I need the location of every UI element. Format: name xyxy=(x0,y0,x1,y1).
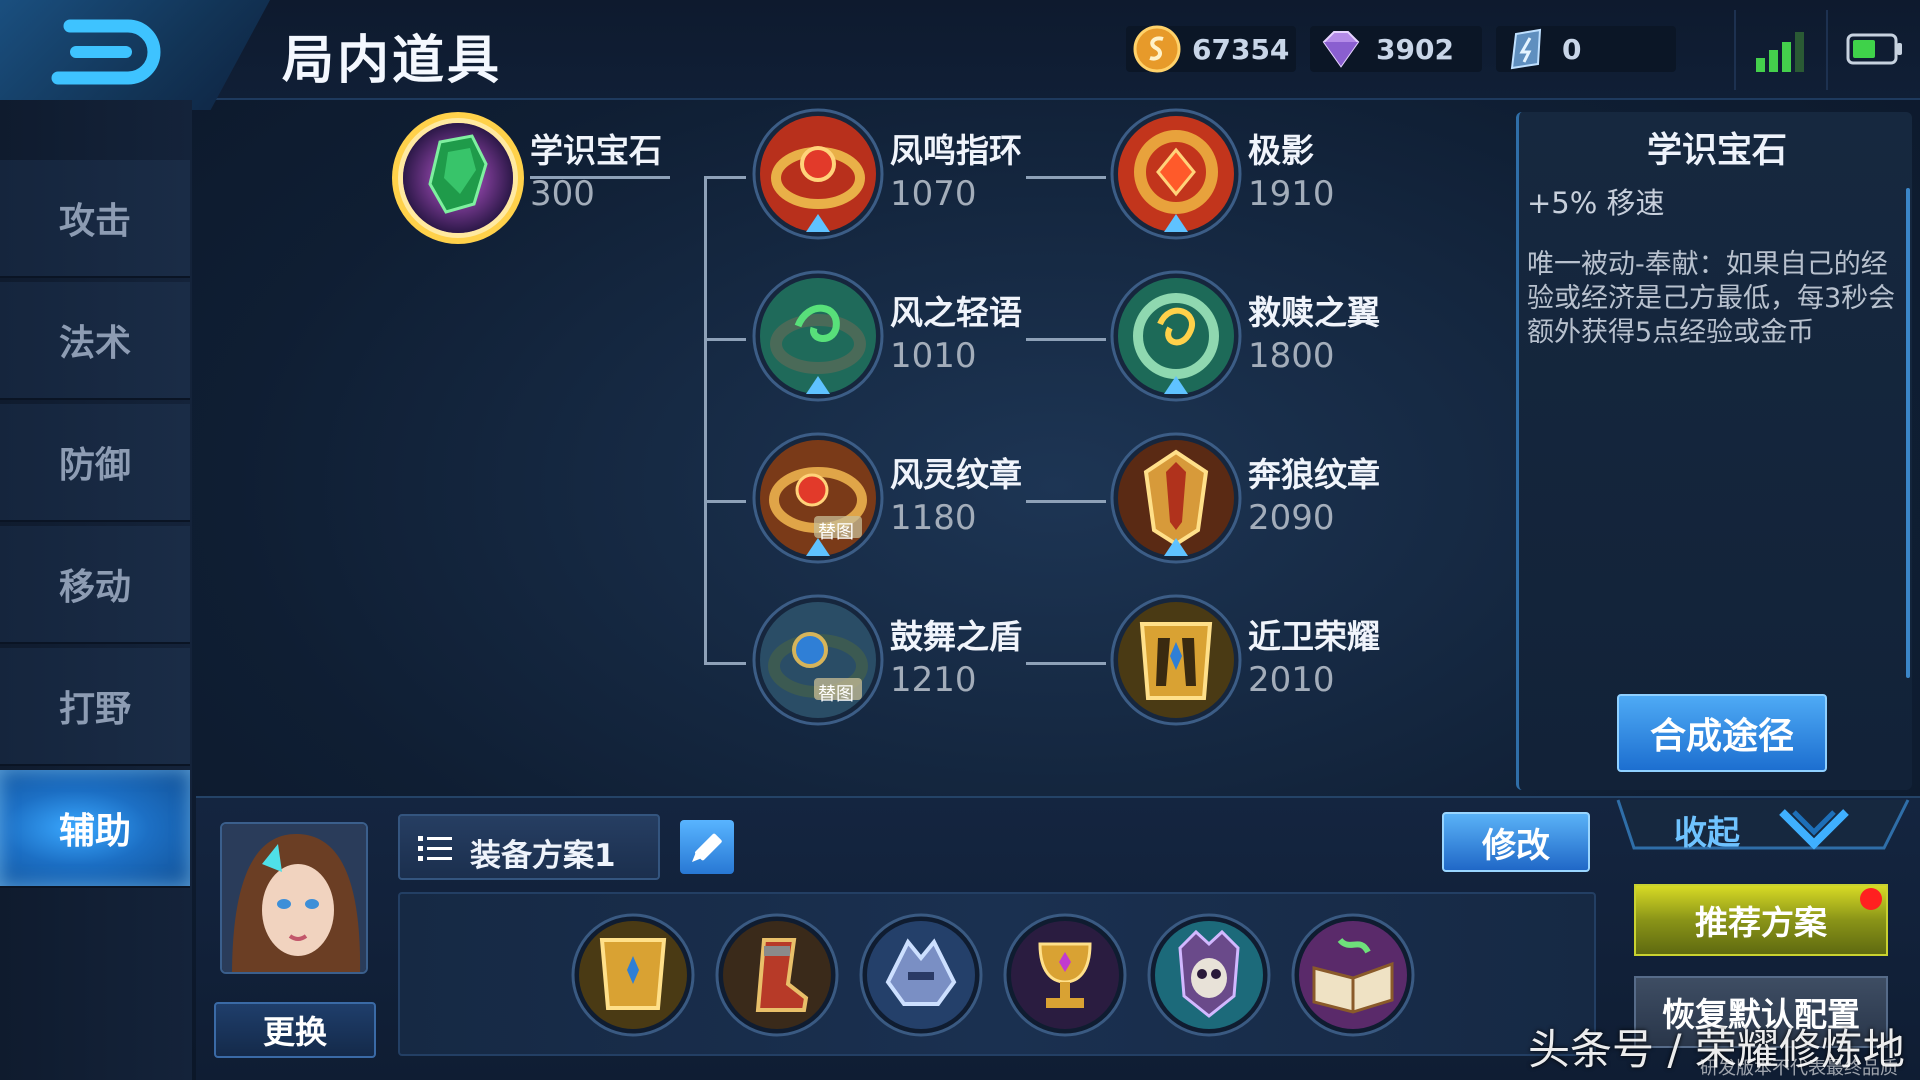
redemption-wings-icon xyxy=(1110,270,1242,402)
back-arrow-icon xyxy=(51,19,161,85)
inspiring-shield-icon xyxy=(752,594,884,726)
shadow-ring-icon xyxy=(1110,108,1242,240)
goblet-icon[interactable] xyxy=(1002,912,1128,1038)
tree-connector xyxy=(704,662,746,665)
signal-strength-icon xyxy=(1756,32,1804,72)
item-price: 1910 xyxy=(1248,174,1335,214)
sidebar-item-movement[interactable]: 移动 xyxy=(0,526,190,644)
item-price: 2010 xyxy=(1248,660,1335,700)
wind-whisper-icon xyxy=(752,270,884,402)
page-title: 局内道具 xyxy=(282,31,503,91)
phoenix-ring-icon xyxy=(752,108,884,240)
item-name: 鼓舞之盾 xyxy=(890,617,1022,656)
item-name: 凤鸣指环 xyxy=(890,131,1022,170)
item-info-panel: 学识宝石 +5% 移速 唯一被动-奉献：如果自己的经验或经济是己方最低，每3秒会… xyxy=(1516,112,1912,790)
diamond-icon xyxy=(1322,31,1360,68)
status-divider xyxy=(1826,10,1828,90)
substitute-badge: 替图 xyxy=(818,522,854,543)
tree-item-tier3[interactable]: 近卫荣耀 2010 xyxy=(1106,594,1566,744)
sidebar-item-jungle[interactable]: 打野 xyxy=(0,648,190,766)
notification-dot xyxy=(1860,888,1882,910)
battery-icon xyxy=(1846,33,1902,65)
item-price: 1180 xyxy=(890,498,977,538)
rename-plan-button[interactable] xyxy=(680,820,734,874)
item-name: 学识宝石 xyxy=(530,131,662,170)
gold-value: 67354 xyxy=(1192,32,1290,66)
item-name: 救赎之翼 xyxy=(1248,293,1380,332)
collapse-label: 收起 xyxy=(1674,813,1740,852)
guard-glory-icon[interactable] xyxy=(570,912,696,1038)
item-name: 近卫荣耀 xyxy=(1248,617,1380,656)
boots-icon[interactable] xyxy=(714,912,840,1038)
knowledge-gem-icon xyxy=(392,112,524,244)
status-divider xyxy=(1734,10,1736,90)
sidebar-item-attack[interactable]: 攻击 xyxy=(0,160,190,278)
helmet-icon[interactable] xyxy=(858,912,984,1038)
substitute-badge: 替图 xyxy=(818,684,854,705)
item-price: 1210 xyxy=(890,660,977,700)
collapse-panel-button[interactable]: 收起 xyxy=(1614,796,1914,862)
item-price: 1010 xyxy=(890,336,977,376)
item-price: 2090 xyxy=(1248,498,1335,538)
item-price: 1070 xyxy=(890,174,977,214)
item-name: 风灵纹章 xyxy=(890,455,1022,494)
info-item-title: 学识宝石 xyxy=(1646,131,1787,171)
category-sidebar: 攻击 法术 防御 移动 打野 辅助 xyxy=(0,100,192,1080)
tree-item-tier3[interactable]: 奔狼纹章 2090 xyxy=(1106,432,1566,582)
sidebar-item-magic[interactable]: 法术 xyxy=(0,282,190,400)
info-item-stat: +5% 移速 xyxy=(1527,186,1665,220)
hero-portrait[interactable] xyxy=(220,822,368,974)
item-price: 1800 xyxy=(1248,336,1335,376)
skull-mask-icon[interactable] xyxy=(1146,912,1272,1038)
diamond-value: 3902 xyxy=(1376,32,1454,66)
modify-plan-button[interactable]: 修改 xyxy=(1442,812,1590,872)
tree-connector xyxy=(704,500,746,503)
swap-hero-button[interactable]: 更换 xyxy=(214,1002,376,1058)
diamond-counter: 3902 xyxy=(1310,26,1482,72)
item-price: 300 xyxy=(530,174,595,214)
crystal-voucher-icon xyxy=(1510,28,1542,70)
chevron-down-icon xyxy=(1779,809,1849,850)
wind-spirit-emblem-icon xyxy=(752,432,884,564)
item-tree-panel: 学识宝石 300 凤鸣指环 1070 风之轻语 1010 替图 风灵纹章 118… xyxy=(196,104,1510,794)
collapse-tab-frame xyxy=(1616,799,1910,850)
sidebar-item-defense[interactable]: 防御 xyxy=(0,404,190,522)
recommended-build-button[interactable]: 推荐方案 xyxy=(1634,884,1888,956)
sidebar-item-support[interactable]: 辅助 xyxy=(0,770,190,888)
top-bar: 局内道具 67354 3902 0 xyxy=(0,0,1920,110)
synthesis-path-button[interactable]: 合成途径 xyxy=(1617,694,1827,772)
pencil-icon xyxy=(692,833,722,862)
back-button[interactable] xyxy=(40,14,170,90)
tree-item-tier3[interactable]: 救赎之翼 1800 xyxy=(1106,270,1566,420)
item-name: 风之轻语 xyxy=(890,293,1022,332)
tree-item-tier3[interactable]: 极影 1910 xyxy=(1106,108,1566,258)
guard-glory-icon xyxy=(1110,594,1242,726)
info-scrollbar[interactable] xyxy=(1906,188,1910,678)
info-item-description: 唯一被动-奉献：如果自己的经验或经济是己方最低，每3秒会额外获得5点经验或金币 xyxy=(1527,249,1896,348)
spellbook-icon[interactable] xyxy=(1290,912,1416,1038)
build-plan-selector[interactable]: 装备方案1 xyxy=(398,814,660,880)
list-icon xyxy=(418,836,452,861)
item-name: 极影 xyxy=(1248,131,1314,170)
gold-coin-icon xyxy=(1133,25,1181,73)
wolf-emblem-icon xyxy=(1110,432,1242,564)
dev-version-notice: 研发版本不代表最终品质 xyxy=(1700,1058,1898,1079)
hero-avatar-icon xyxy=(222,824,366,972)
build-plan-label: 装备方案1 xyxy=(470,838,616,874)
voucher-counter: 0 xyxy=(1496,26,1676,72)
gold-counter: 67354 xyxy=(1126,25,1296,73)
tree-connector xyxy=(704,338,746,341)
item-name: 奔狼纹章 xyxy=(1248,455,1380,494)
voucher-value: 0 xyxy=(1562,32,1582,66)
